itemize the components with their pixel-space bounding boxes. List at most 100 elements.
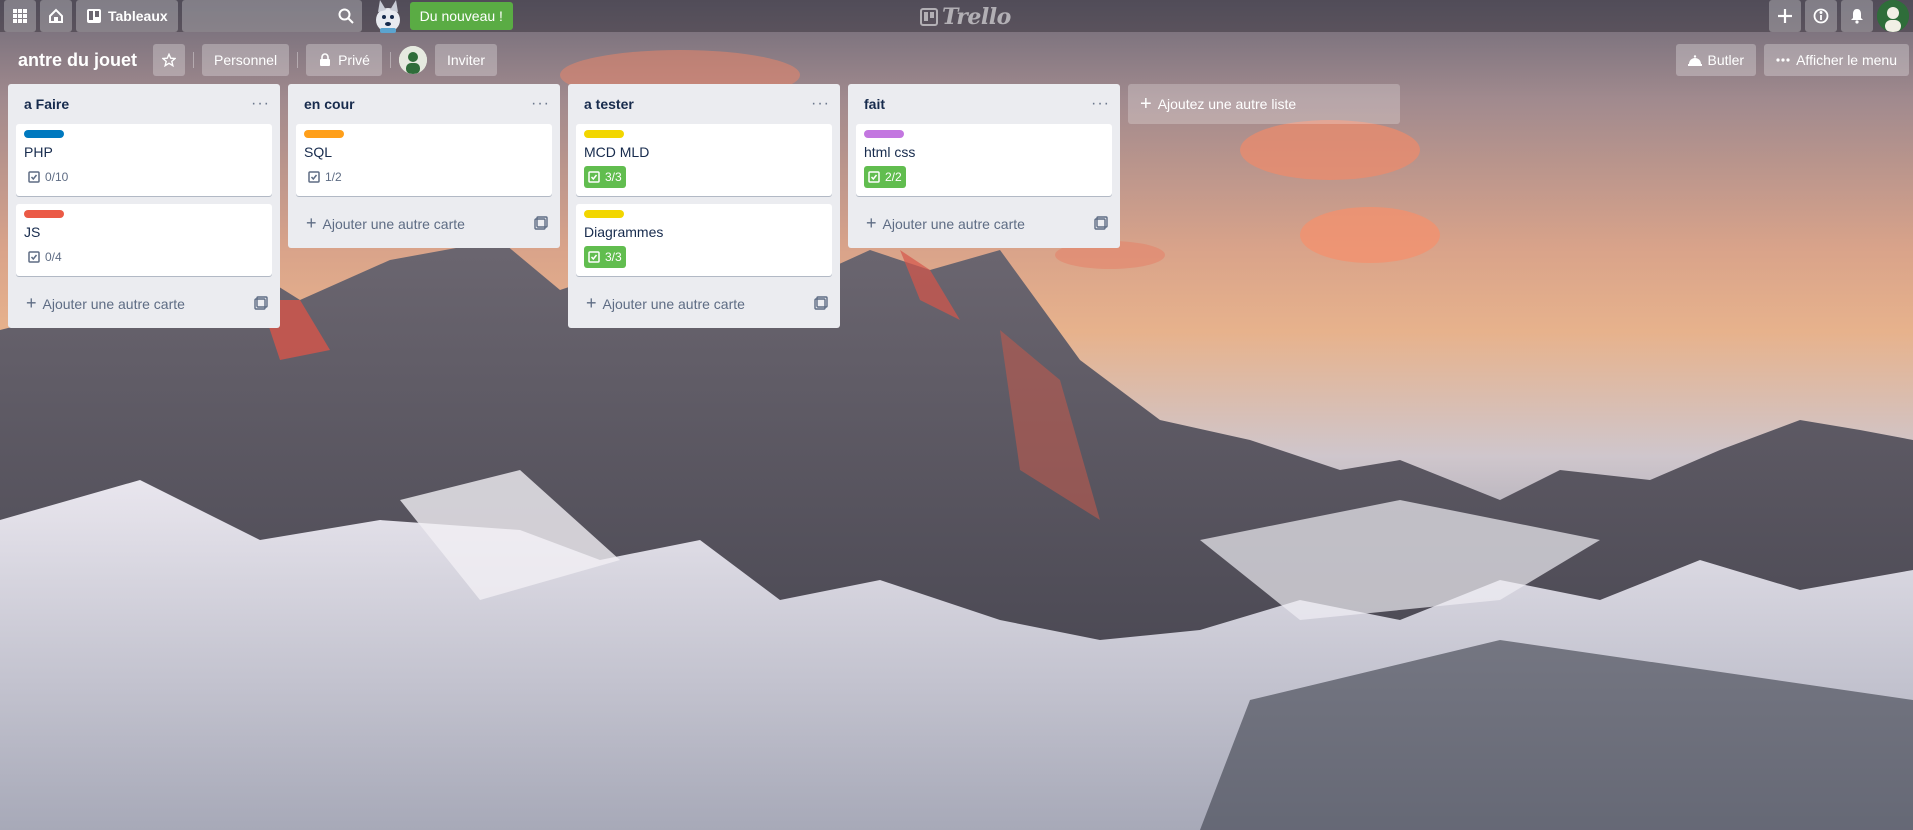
checkbox-icon	[28, 171, 40, 183]
create-button[interactable]	[1769, 0, 1801, 32]
checklist-badge-complete: 3/3	[584, 166, 626, 188]
info-icon	[1813, 8, 1829, 24]
list-header[interactable]: a tester ···	[568, 84, 840, 124]
team-button[interactable]: Personnel	[202, 44, 290, 76]
card[interactable]: JS 0/4	[16, 204, 272, 276]
show-menu-label: Afficher le menu	[1796, 52, 1897, 68]
checklist-badge-complete: 3/3	[584, 246, 626, 268]
ellipsis-icon	[1776, 58, 1790, 62]
top-header: Tableaux Du nouveau ! Trello	[0, 0, 1913, 34]
card-template-icon[interactable]	[534, 216, 548, 230]
member-avatar[interactable]	[398, 46, 427, 74]
add-card-button[interactable]: + Ajouter une autre carte	[568, 284, 840, 322]
home-button[interactable]	[40, 0, 72, 32]
list[interactable]: en cour ··· SQL 1/2 + Ajouter une autre c…	[288, 84, 560, 248]
notifications-button[interactable]	[1841, 0, 1873, 32]
card-label[interactable]	[584, 210, 624, 218]
board-header-right: Butler Afficher le menu	[1668, 44, 1909, 76]
add-card-label: Ajouter une autre carte	[322, 215, 465, 232]
list-title[interactable]: en cour	[304, 96, 355, 112]
plus-icon: +	[1140, 92, 1152, 115]
plus-icon: +	[306, 212, 317, 233]
card-template-icon[interactable]	[814, 296, 828, 310]
list-header[interactable]: fait ···	[848, 84, 1120, 124]
list-menu-ellipsis-icon[interactable]: ···	[811, 95, 830, 113]
list-menu-ellipsis-icon[interactable]: ···	[1091, 95, 1110, 113]
boards-button[interactable]: Tableaux	[76, 0, 178, 32]
checklist-count: 3/3	[605, 250, 622, 264]
plus-icon: +	[586, 292, 597, 313]
butler-icon	[1687, 55, 1702, 66]
list-header[interactable]: a Faire ···	[8, 84, 280, 124]
card[interactable]: html css 2/2	[856, 124, 1112, 196]
taco-mascot-icon[interactable]	[370, 0, 406, 34]
butler-button[interactable]: Butler	[1675, 44, 1757, 76]
list-title[interactable]: a Faire	[24, 96, 69, 112]
card-label[interactable]	[864, 130, 904, 138]
add-card-button[interactable]: + Ajouter une autre carte	[8, 284, 280, 322]
card-title: Diagrammes	[584, 224, 664, 240]
add-list-button[interactable]: + Ajoutez une autre liste	[1128, 84, 1400, 124]
show-menu-button[interactable]: Afficher le menu	[1764, 44, 1909, 76]
divider	[389, 52, 391, 68]
trello-logo[interactable]: Trello	[920, 4, 1011, 30]
invite-button[interactable]: Inviter	[434, 44, 498, 76]
boards-label: Tableaux	[108, 8, 168, 24]
checkbox-icon	[28, 251, 40, 263]
checkbox-icon	[588, 171, 600, 183]
plus-icon: +	[866, 212, 877, 233]
card-title: JS	[24, 224, 41, 240]
list-menu-ellipsis-icon[interactable]: ···	[531, 95, 550, 113]
card[interactable]: PHP 0/10	[16, 124, 272, 196]
card-label[interactable]	[304, 130, 344, 138]
card-template-icon[interactable]	[254, 296, 268, 310]
card[interactable]: MCD MLD 3/3	[576, 124, 832, 196]
card-title: html css	[864, 144, 916, 160]
boards-icon	[87, 9, 101, 23]
board-title[interactable]: antre du jouet	[18, 50, 137, 71]
search-box[interactable]	[181, 0, 362, 32]
add-card-button[interactable]: + Ajouter une autre carte	[288, 204, 560, 242]
home-icon	[49, 8, 63, 23]
whats-new-button[interactable]: Du nouveau !	[409, 2, 513, 30]
card-template-icon[interactable]	[1094, 216, 1108, 230]
checklist-count: 1/2	[325, 170, 342, 184]
trello-logo-icon	[920, 8, 938, 26]
checkbox-icon	[868, 171, 880, 183]
search-input[interactable]	[181, 0, 362, 32]
card[interactable]: SQL 1/2	[296, 124, 552, 196]
add-card-label: Ajouter une autre carte	[602, 295, 745, 312]
checkbox-icon	[308, 171, 320, 183]
card-title: MCD MLD	[584, 144, 650, 160]
search-icon[interactable]	[338, 8, 354, 24]
list-menu-ellipsis-icon[interactable]: ···	[251, 95, 270, 113]
checklist-badge: 0/10	[24, 166, 72, 188]
list-title[interactable]: a tester	[584, 96, 634, 112]
checkbox-icon	[588, 251, 600, 263]
list[interactable]: a tester ··· MCD MLD 3/3 Diagrammes 3/3 …	[568, 84, 840, 328]
card[interactable]: Diagrammes 3/3	[576, 204, 832, 276]
card-label[interactable]	[584, 130, 624, 138]
list[interactable]: a Faire ··· PHP 0/10 JS 0/4 + Ajouter une…	[8, 84, 280, 328]
card-label[interactable]	[24, 210, 64, 218]
star-board-button[interactable]	[153, 44, 186, 76]
star-icon	[162, 53, 177, 67]
plus-icon: +	[26, 292, 37, 313]
checklist-count: 3/3	[605, 170, 622, 184]
card-title: PHP	[24, 144, 53, 160]
account-avatar[interactable]	[1877, 0, 1909, 32]
card-label[interactable]	[24, 130, 64, 138]
list[interactable]: fait ··· html css 2/2 + Ajouter une autre…	[848, 84, 1120, 248]
add-card-label: Ajouter une autre carte	[42, 295, 185, 312]
apps-button[interactable]	[4, 0, 36, 32]
info-button[interactable]	[1805, 0, 1837, 32]
checklist-badge: 1/2	[304, 166, 346, 188]
visibility-button[interactable]: Privé	[306, 44, 382, 76]
list-header[interactable]: en cour ···	[288, 84, 560, 124]
add-card-button[interactable]: + Ajouter une autre carte	[848, 204, 1120, 242]
plus-icon	[1778, 9, 1792, 23]
lock-icon	[320, 53, 331, 66]
list-title[interactable]: fait	[864, 96, 885, 112]
add-list-label: Ajoutez une autre liste	[1157, 96, 1297, 112]
bell-icon	[1851, 9, 1863, 24]
